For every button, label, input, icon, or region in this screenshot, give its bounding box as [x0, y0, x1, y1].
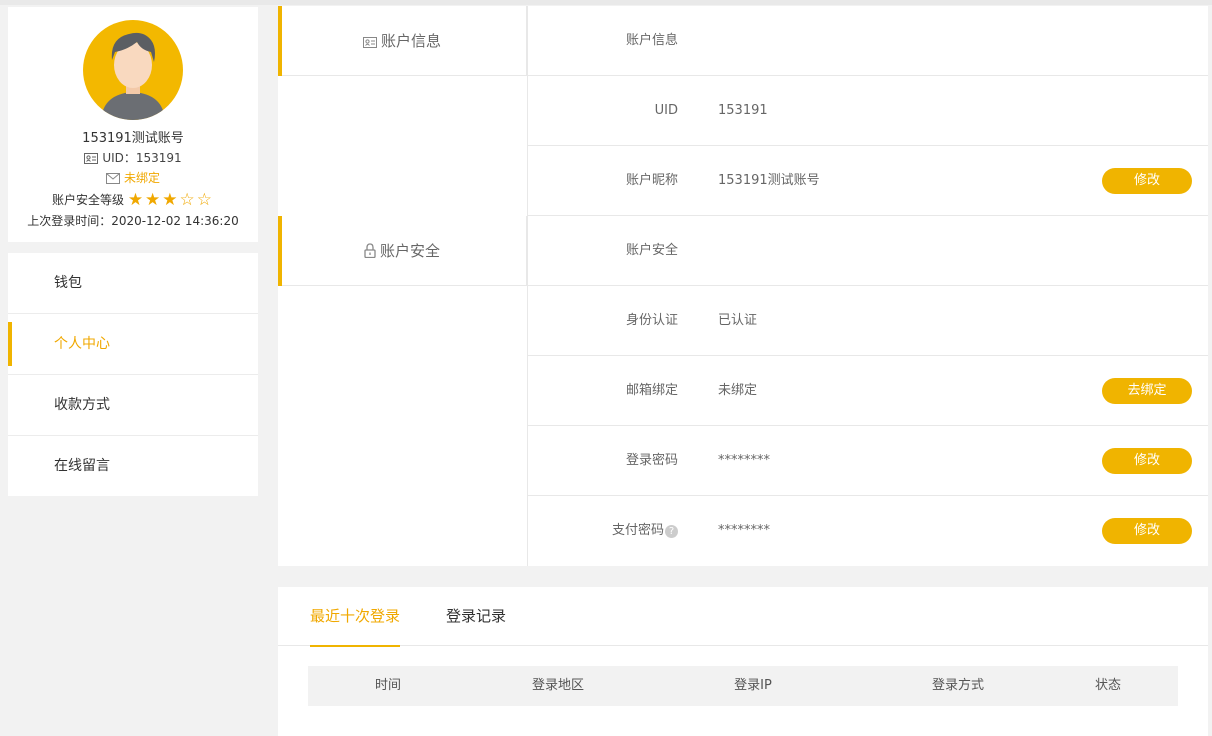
side-menu: 钱包 个人中心 收款方式 在线留言: [8, 253, 258, 496]
records-tabs: 最近十次登录 登录记录: [278, 587, 1208, 647]
row-label-text: 支付密码: [611, 523, 664, 538]
menu-item-wallet[interactable]: 钱包: [8, 253, 258, 314]
row-value: ********: [718, 523, 770, 538]
row-value: 153191: [718, 103, 768, 118]
row-label: UID: [654, 103, 678, 118]
profile-bind-text[interactable]: 未绑定: [124, 171, 160, 185]
row-account-info-header: 账户信息: [528, 6, 1208, 76]
column-header-region: 登录地区: [531, 678, 584, 693]
row-nickname: 账户昵称 153191测试账号 修改: [528, 146, 1208, 216]
row-value: 153191测试账号: [718, 173, 820, 188]
lock-icon: [364, 243, 376, 258]
help-question-icon[interactable]: ?: [665, 525, 678, 538]
records-table-header: 时间 登录地区 登录IP 登录方式 状态: [308, 666, 1178, 706]
column-header-time: 时间: [374, 678, 401, 693]
profile-bind-status: 未绑定: [8, 169, 258, 186]
row-value: ********: [718, 453, 770, 468]
security-level: 账户安全等级 ★★★☆☆: [8, 190, 258, 210]
last-login-time: 上次登录时间：2020-12-02 14:36:20: [27, 214, 239, 228]
edit-payment-password-button[interactable]: 修改: [1102, 518, 1192, 544]
row-payment-password: 支付密码? ******** 修改: [528, 496, 1208, 566]
menu-item-payment-methods[interactable]: 收款方式: [8, 375, 258, 436]
avatar[interactable]: [83, 20, 183, 120]
row-account-security-header: 账户安全: [528, 216, 1208, 286]
row-label: 登录密码: [625, 453, 678, 468]
section-account-info[interactable]: 账户信息: [278, 6, 527, 76]
category-column: [278, 6, 528, 566]
row-value: 未绑定: [718, 383, 758, 398]
edit-nickname-button[interactable]: 修改: [1102, 168, 1192, 194]
edit-login-password-button[interactable]: 修改: [1102, 448, 1192, 474]
menu-item-online-message[interactable]: 在线留言: [8, 436, 258, 496]
star-rating-icon: ★★★☆☆: [127, 190, 215, 210]
column-header-status: 状态: [1094, 678, 1121, 693]
row-label: 账户昵称: [625, 173, 678, 188]
section-account-security-title: 账户安全: [379, 242, 440, 260]
row-value: 已认证: [718, 313, 758, 328]
user-avatar-icon: [101, 32, 165, 120]
row-label: 账户信息: [625, 33, 678, 48]
tab-login-history[interactable]: 登录记录: [446, 587, 506, 646]
account-panel: 账户信息 账户安全 账户信息 UID 153191 账户昵称 153191测试账…: [278, 6, 1208, 566]
column-header-method: 登录方式: [931, 678, 984, 693]
row-identity-verification: 身份认证 已认证: [528, 286, 1208, 356]
row-email-binding: 邮箱绑定 未绑定 去绑定: [528, 356, 1208, 426]
profile-card: 153191测试账号 UID：153191 未绑定 账户安全等级 ★★★☆☆ 上…: [8, 7, 258, 242]
security-level-label: 账户安全等级: [51, 193, 124, 207]
row-label: 账户安全: [625, 243, 678, 258]
mail-icon: [105, 173, 120, 184]
top-border: [0, 0, 1212, 5]
menu-item-personal-center[interactable]: 个人中心: [8, 314, 258, 375]
bind-email-button[interactable]: 去绑定: [1102, 378, 1192, 404]
profile-name: 153191测试账号: [82, 131, 184, 146]
tab-recent-ten-logins[interactable]: 最近十次登录: [310, 587, 401, 647]
profile-uid: UID：153191: [8, 149, 258, 166]
column-header-ip: 登录IP: [734, 678, 772, 693]
row-label: 邮箱绑定: [625, 383, 678, 398]
section-account-info-title: 账户信息: [380, 32, 441, 50]
id-card-icon: [362, 37, 377, 48]
row-uid: UID 153191: [528, 76, 1208, 146]
id-card-icon: [84, 153, 99, 164]
row-login-password: 登录密码 ******** 修改: [528, 426, 1208, 496]
login-records-panel: 最近十次登录 登录记录 时间 登录地区 登录IP 登录方式 状态: [278, 587, 1208, 736]
profile-uid-text: UID：153191: [102, 151, 182, 165]
row-label: 支付密码?: [528, 496, 678, 566]
section-account-security[interactable]: 账户安全: [278, 216, 527, 286]
row-label: 身份认证: [625, 313, 678, 328]
